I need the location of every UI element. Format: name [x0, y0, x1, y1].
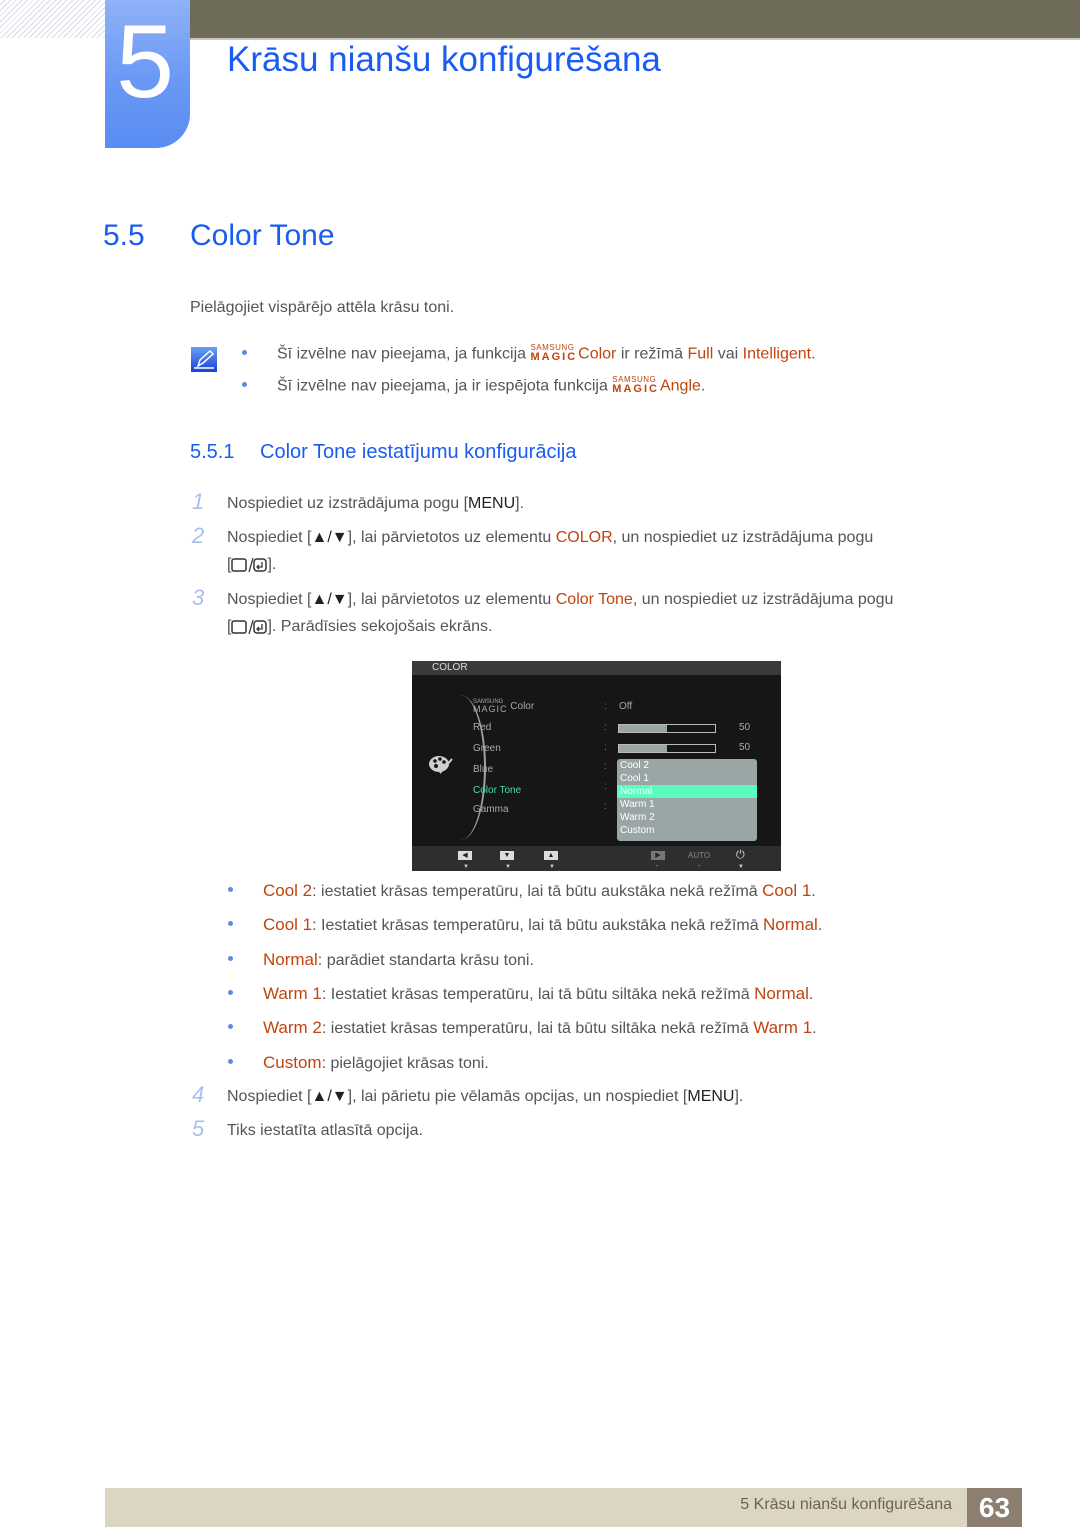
bullet-icon	[228, 990, 233, 996]
bullet-icon	[228, 956, 233, 962]
osd-red-bar-fill	[619, 725, 667, 732]
step-number: 4	[192, 1082, 205, 1107]
page-number: 63	[967, 1488, 1022, 1527]
osd-red-bar	[618, 724, 716, 733]
step-text: Tiks iestatīta atlasītā opcija.	[227, 1122, 423, 1139]
bullet-icon	[228, 921, 233, 927]
osd-color-tone-dropdown: Cool 2 Cool 1 Normal Warm 1 Warm 2 Custo…	[617, 759, 757, 841]
note-item: Šī izvēlne nav pieejama, ja ir iespējota…	[242, 375, 705, 396]
bullet-icon	[242, 382, 247, 387]
up-down-key-icon: ▲/▼	[311, 1088, 348, 1105]
osd-option: Custom	[620, 825, 655, 836]
note-icon	[191, 347, 217, 372]
auto-label: AUTO	[688, 851, 711, 860]
source-enter-key-icon	[231, 619, 268, 634]
step-number: 5	[192, 1116, 205, 1141]
osd-item-red: Red	[473, 722, 492, 733]
osd-option: Cool 1	[620, 773, 649, 784]
step-number: 2	[192, 523, 205, 548]
up-down-key-icon: ▲/▼	[311, 591, 348, 608]
chapter-number: 5	[116, 4, 174, 120]
power-icon: ⏻	[736, 849, 745, 861]
option-item-cool1: Cool 1: Iestatiet krāsas temperatūru, la…	[228, 915, 822, 935]
osd-header: COLOR	[412, 661, 781, 675]
osd-item-blue: Blue	[473, 764, 494, 775]
palette-icon	[429, 756, 453, 774]
osd-footer-buttons: ◀ ▼ ▼ ▼ ▲ ▼ ▶ • AUTO • ⏻ ▼	[412, 846, 781, 871]
step-number: 3	[192, 585, 205, 610]
step-text: Nospiediet [▲/▼], lai pārvietotos uz ele…	[227, 591, 894, 608]
header-hatch-decoration	[0, 0, 105, 38]
osd-green-bar-fill	[619, 745, 667, 752]
osd-green-bar	[618, 744, 716, 753]
osd-item-green: Green	[473, 743, 501, 754]
step-text: Nospiediet uz izstrādājuma pogu [MENU].	[227, 495, 525, 512]
samsung-magic-logo: SAMSUNG MAGIC	[530, 343, 578, 363]
option-item-normal: Normal: parādiet standarta krāsu toni.	[228, 950, 534, 970]
intro-text: Pielāgojiet vispārējo attēla krāsu toni.	[190, 299, 455, 316]
footer-chapter-title: 5 Krāsu nianšu konfigurēšana	[740, 1496, 952, 1513]
chapter-title: Krāsu nianšu konfigurēšana	[227, 40, 661, 79]
osd-item-gamma: Gamma	[473, 804, 509, 815]
bullet-icon	[228, 887, 233, 893]
option-item-warm1: Warm 1: Iestatiet krāsas temperatūru, la…	[228, 984, 813, 1004]
down-arrow-icon: ▼	[500, 851, 514, 860]
option-item-custom: Custom: pielāgojiet krāsas toni.	[228, 1053, 489, 1073]
step-text: Nospiediet [▲/▼], lai pārvietotos uz ele…	[227, 529, 874, 546]
osd-item-color-tone: Color Tone	[473, 785, 522, 796]
step-text-continued: []. Parādīsies sekojošais ekrāns.	[227, 618, 493, 635]
step-text: Nospiediet [▲/▼], lai pārietu pie vēlamā…	[227, 1088, 744, 1105]
osd-red-value: 50	[739, 722, 751, 733]
page-footer: 5 Krāsu nianšu konfigurēšana 63	[105, 1488, 1022, 1527]
subsection-title: Color Tone iestatījumu konfigurācija	[260, 441, 577, 463]
bullet-icon	[228, 1024, 233, 1030]
menu-key-label: MENU	[468, 495, 516, 512]
osd-item-magic-color: SAMSUNG MAGIC Color	[473, 699, 535, 714]
up-down-key-icon: ▲/▼	[311, 529, 348, 546]
section-title: Color Tone	[190, 219, 335, 252]
step-number: 1	[192, 489, 205, 514]
bullet-icon	[242, 350, 247, 355]
osd-value: Off	[619, 701, 633, 712]
samsung-magic-logo: SAMSUNG MAGIC	[612, 375, 659, 395]
osd-option: Cool 2	[620, 760, 649, 771]
source-enter-key-icon	[231, 557, 268, 572]
note-item: Šī izvēlne nav pieejama, ja funkcija SAM…	[242, 343, 816, 364]
header-bar	[190, 0, 1080, 38]
osd-option: Warm 2	[620, 812, 655, 823]
step-text-continued: [].	[227, 556, 277, 573]
section-number: 5.5	[103, 219, 145, 252]
left-arrow-icon: ◀	[458, 851, 472, 860]
osd-option-selected: Normal	[617, 785, 757, 798]
option-item-warm2: Warm 2: iestatiet krāsas temperatūru, la…	[228, 1018, 817, 1038]
option-item-cool2: Cool 2: iestatiet krāsas temperatūru, la…	[228, 881, 816, 901]
osd-green-value: 50	[739, 742, 751, 753]
osd-option: Warm 1	[620, 799, 655, 810]
subsection-number: 5.5.1	[190, 441, 235, 463]
right-arrow-icon: ▶	[651, 851, 665, 860]
bullet-icon	[228, 1059, 233, 1065]
up-arrow-icon: ▲	[544, 851, 558, 860]
menu-key-label: MENU	[687, 1088, 735, 1105]
osd-color-menu-screenshot: COLOR SAMSUNG MAGIC Color : Off Red : 50 …	[412, 661, 781, 871]
